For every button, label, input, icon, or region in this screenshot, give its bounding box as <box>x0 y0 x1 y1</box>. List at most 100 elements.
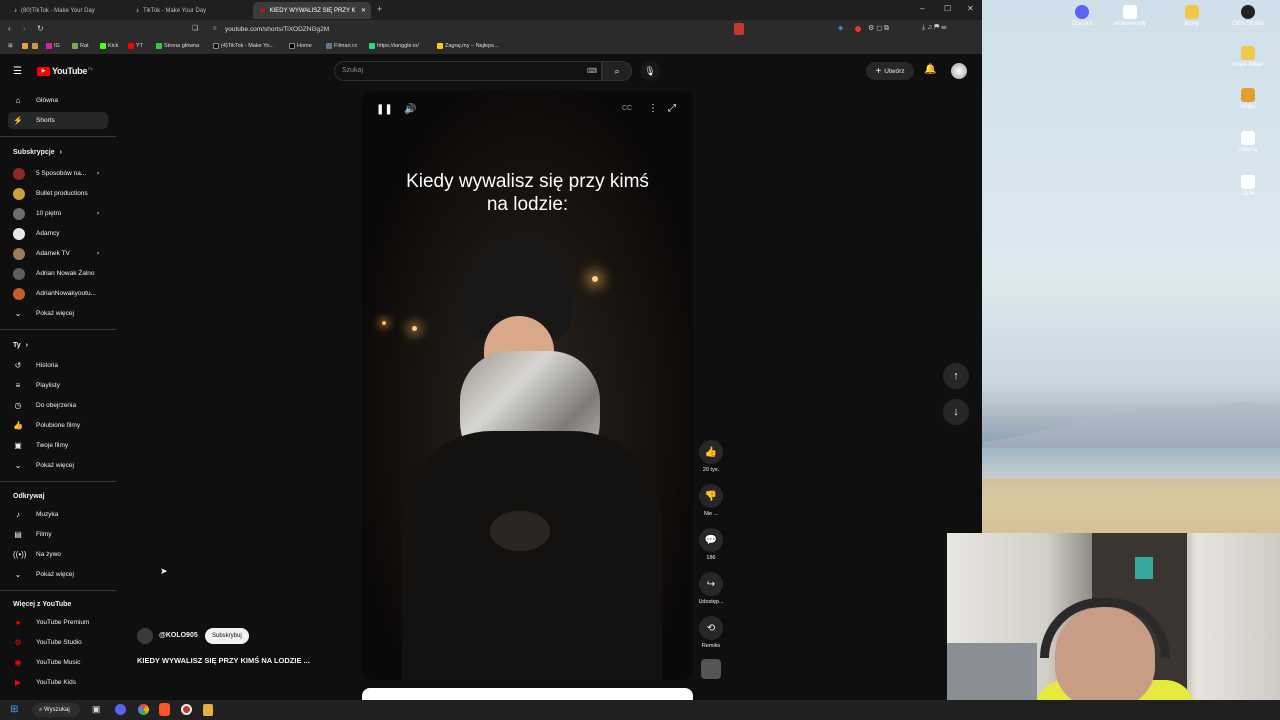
search-input[interactable]: Szukaj ⌨ <box>334 61 602 81</box>
bookmark-item[interactable]: Zagraj.my – Najleps... <box>437 43 499 49</box>
bookmark-icon[interactable]: ❏ <box>192 24 198 32</box>
sidebar-item-youtube-studio[interactable]: ⚙ YouTube Studio <box>8 634 108 651</box>
sidebar-item-youtube-music[interactable]: ◉ YouTube Music <box>8 654 108 671</box>
sidebar-item-youtube-kids[interactable]: ▶ YouTube Kids <box>8 674 108 691</box>
browser-tab-active[interactable]: ▶ KIEDY WYWALISZ SIĘ PRZY K ✕ <box>253 2 371 19</box>
sidebar-item-subscription[interactable]: Adrian Nowak Żalno <box>8 265 108 282</box>
youtube-logo[interactable]: ▶ YouTube PL <box>37 66 93 76</box>
desktop-icon[interactable]: nowe folder <box>1226 46 1270 68</box>
sound-thumbnail[interactable] <box>701 659 721 679</box>
discord-taskbar-icon[interactable] <box>115 704 126 715</box>
channel-avatar[interactable] <box>137 628 153 644</box>
sidebar-item-your-videos[interactable]: ▣ Twoje filmy <box>8 437 108 454</box>
app-taskbar-icon[interactable] <box>181 704 192 715</box>
reload-icon[interactable]: ↻ <box>37 24 44 33</box>
download-icon[interactable]: ⤓ ♫ ⚑ ☰ <box>922 24 947 32</box>
new-tab-icon[interactable]: + <box>377 4 382 14</box>
short-video-player[interactable]: ❚❚ 🔊 CC ⋮ ⤢ Kiedy wywalisz się przy kimś… <box>362 91 693 680</box>
apps-icon[interactable]: ⊞ <box>8 43 13 49</box>
brave-taskbar-icon[interactable] <box>159 703 170 716</box>
sidebar-item-subscription[interactable]: 10 piętro <box>8 205 108 222</box>
sidebar-item-subscription[interactable]: Adamek TV <box>8 245 108 262</box>
create-button[interactable]: + Utwórz <box>866 62 914 80</box>
bookmark-folder[interactable] <box>22 43 28 49</box>
dislike-button[interactable]: 👎 Nie ... <box>697 484 725 517</box>
sidebar-item-shorts[interactable]: ⚡ Shorts <box>8 112 108 129</box>
volume-icon[interactable]: 🔊 <box>404 104 416 115</box>
short-title[interactable]: KIEDY WYWALISZ SIĘ PRZY KIMŚ NA LODZIE .… <box>137 656 310 665</box>
channel-name[interactable]: @KOLO905 <box>159 632 198 639</box>
taskbar-search[interactable]: ⌕ Wyszukaj <box>32 703 80 717</box>
sidebar-item-subscription[interactable]: Bullet productions <box>8 185 108 202</box>
avatar[interactable] <box>951 63 967 79</box>
desktop-icon[interactable]: Discord <box>1060 5 1104 27</box>
bookmark-item[interactable]: YT <box>128 43 143 49</box>
task-view-icon[interactable]: ▣ <box>92 704 101 715</box>
brave-shield-icon[interactable] <box>734 23 744 35</box>
desktop-icon[interactable]: wideo/mody <box>1108 5 1152 27</box>
next-short-preview[interactable] <box>362 688 693 700</box>
desktop-icon[interactable]: Icony <box>1170 5 1214 27</box>
explore-show-more[interactable]: ⌄ Pokaż więcej <box>8 566 108 583</box>
site-info-icon[interactable]: ≡ <box>213 26 217 32</box>
remix-button[interactable]: ⟲ Remiks <box>697 616 725 649</box>
file-explorer-taskbar-icon[interactable] <box>203 704 213 716</box>
browser-tab[interactable]: ♪ (80)TikTok - Make Your Day <box>6 2 128 19</box>
fullscreen-icon[interactable]: ⤢ <box>668 103 676 114</box>
close-tab-icon[interactable]: ✕ <box>361 7 366 14</box>
bookmark-item[interactable]: (4)TikTok - Make Yo... <box>213 43 274 49</box>
sidebar-item-home[interactable]: ⌂ Główna <box>8 92 108 109</box>
menu-icon[interactable]: ☰ <box>13 66 22 77</box>
subscribe-button[interactable]: Subskrybuj <box>205 628 249 644</box>
url-field[interactable]: ≡ youtube.com/shorts/TiXODZNGg2M <box>207 22 747 38</box>
subscriptions-heading[interactable]: Subskrypcje › <box>13 149 62 156</box>
subscriptions-show-more[interactable]: ⌄ Pokaż więcej <box>8 305 108 322</box>
sidebar-item-youtube-premium[interactable]: ● YouTube Premium <box>8 614 108 631</box>
voice-search-button[interactable]: 🎙 <box>640 61 660 81</box>
sidebar-item-subscription[interactable]: 5 Sposobów na... <box>8 165 108 182</box>
maximize-icon[interactable]: ☐ <box>944 4 951 13</box>
bookmark-item[interactable]: IG <box>46 43 60 49</box>
bookmark-item[interactable]: Kick <box>100 43 118 49</box>
keyboard-icon[interactable]: ⌨ <box>587 67 597 75</box>
extension-icon[interactable]: ◈ <box>838 24 843 32</box>
share-button[interactable]: ↪ Udostęp... <box>697 572 725 605</box>
comments-button[interactable]: 💬 186 <box>697 528 725 561</box>
windows-start-icon[interactable]: ⊞ <box>10 704 18 715</box>
sidebar-item-subscription[interactable]: AdrianNowakyoutu... <box>8 285 108 302</box>
desktop-icon[interactable]: notes <box>1226 88 1270 110</box>
sidebar-item-music[interactable]: ♪ Muzyka <box>8 506 108 523</box>
previous-short-button[interactable]: ↑ <box>943 363 969 389</box>
sidebar-item-liked[interactable]: 👍 Polubione filmy <box>8 417 108 434</box>
sidebar-item-playlists[interactable]: ≡ Playlisty <box>8 377 108 394</box>
you-show-more[interactable]: ⌄ Pokaż więcej <box>8 457 108 474</box>
desktop-icon[interactable]: OBS Studio <box>1226 5 1270 27</box>
search-button[interactable]: ⌕ <box>602 61 632 81</box>
minimize-icon[interactable]: – <box>920 4 924 13</box>
desktop-icon[interactable]: 2024 <box>1226 175 1270 197</box>
bookmark-item[interactable]: Filman.cc <box>326 43 358 49</box>
next-short-button[interactable]: ↓ <box>943 399 969 425</box>
bookmark-item[interactable]: Rat <box>72 43 89 49</box>
captions-icon[interactable]: CC <box>622 105 632 112</box>
like-button[interactable]: 👍 20 tys. <box>697 440 725 473</box>
extensions-icon[interactable]: ⚙ ◻ ⧉ <box>868 24 889 33</box>
forward-icon[interactable]: › <box>23 24 26 33</box>
pause-icon[interactable]: ❚❚ <box>376 104 393 115</box>
sidebar-item-live[interactable]: ((•)) Na żywo <box>8 546 108 563</box>
record-icon[interactable] <box>855 26 861 32</box>
browser-tab[interactable]: ♪ TikTok - Make Your Day <box>128 2 250 19</box>
sidebar-item-subscription[interactable]: Adamcy <box>8 225 108 242</box>
sidebar-item-watch-later[interactable]: ◷ Do obejrzenia <box>8 397 108 414</box>
bookmark-item[interactable]: Strona główna <box>156 43 199 49</box>
you-heading[interactable]: Ty › <box>13 342 28 349</box>
bookmark-item[interactable] <box>32 43 38 49</box>
sidebar-item-history[interactable]: ↺ Historia <box>8 357 108 374</box>
notifications-bell-icon[interactable]: 🔔 <box>924 64 936 75</box>
chrome-taskbar-icon[interactable] <box>138 704 149 715</box>
desktop-icon[interactable]: zdjęcia <box>1226 131 1270 153</box>
more-options-icon[interactable]: ⋮ <box>648 103 658 114</box>
close-window-icon[interactable]: ✕ <box>967 4 974 13</box>
back-icon[interactable]: ‹ <box>8 24 11 33</box>
bookmark-item[interactable]: https://tanggle.io/ <box>369 43 419 49</box>
